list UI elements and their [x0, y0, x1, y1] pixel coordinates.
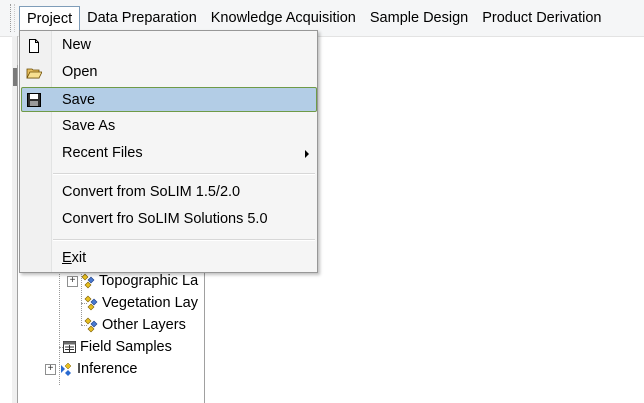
- menu-sample-design[interactable]: Sample Design: [363, 6, 475, 30]
- menu-project[interactable]: Project: [19, 6, 81, 32]
- menu-data-preparation[interactable]: Data Preparation: [80, 6, 204, 30]
- layer-group-icon: [84, 295, 100, 311]
- tree-node-field-samples[interactable]: Field Samples: [62, 337, 172, 357]
- menu-item-label: Save: [62, 92, 96, 108]
- menu-item-save[interactable]: Save: [21, 87, 317, 112]
- menu-item-save-as[interactable]: Save As: [21, 114, 317, 139]
- menu-item-label: Exit: [62, 250, 87, 266]
- tree-node-inference[interactable]: + Inference: [45, 359, 137, 379]
- menu-item-label: Save As: [62, 118, 116, 134]
- menu-item-label: Convert fro SoLIM Solutions 5.0: [62, 211, 268, 227]
- menu-item-label: Open: [62, 64, 98, 80]
- menu-item-label: Recent Files: [62, 145, 143, 161]
- tree-node-label: Inference: [77, 361, 138, 377]
- new-file-icon: [26, 37, 42, 53]
- menu-item-recent-files[interactable]: Recent Files: [21, 141, 317, 166]
- menu-separator: [53, 239, 315, 241]
- menu-item-convert-solim-15[interactable]: Convert from SoLIM 1.5/2.0: [21, 180, 317, 205]
- inference-icon: [59, 361, 75, 377]
- menubar-grip[interactable]: [10, 4, 15, 32]
- tree-node-vegetation-layers[interactable]: Vegetation Lay: [84, 293, 198, 313]
- layer-group-icon: [81, 273, 97, 289]
- tree-node-other-layers[interactable]: Other Layers: [84, 315, 186, 335]
- tree-node-topographic-layers[interactable]: + Topographic La: [67, 271, 198, 291]
- submenu-arrow-icon: [305, 150, 309, 158]
- menu-item-new[interactable]: New: [21, 33, 317, 58]
- tree-node-label: Topographic La: [99, 273, 199, 289]
- menu-separator: [53, 173, 315, 175]
- layer-group-icon: [84, 317, 100, 333]
- expand-icon[interactable]: +: [67, 275, 78, 287]
- project-menu-dropdown: New Open Save Save As Recent Files Conve…: [19, 30, 318, 273]
- menu-item-exit[interactable]: Exit: [21, 246, 317, 271]
- field-samples-icon: [62, 339, 78, 355]
- tree-node-label: Field Samples: [80, 339, 172, 355]
- expand-icon[interactable]: +: [45, 363, 56, 375]
- menu-item-label: New: [62, 37, 92, 53]
- tree-node-label: Vegetation Lay: [102, 295, 198, 311]
- menu-item-convert-solim-solutions[interactable]: Convert fro SoLIM Solutions 5.0: [21, 207, 317, 232]
- save-disk-icon: [26, 91, 42, 107]
- menu-item-open[interactable]: Open: [21, 60, 317, 85]
- menu-knowledge-acquisition[interactable]: Knowledge Acquisition: [204, 6, 363, 30]
- app-window: Project Data Preparation Knowledge Acqui…: [0, 0, 644, 403]
- tree-node-label: Other Layers: [102, 317, 186, 333]
- open-folder-icon: [26, 64, 43, 80]
- menu-product-derivation[interactable]: Product Derivation: [475, 6, 608, 30]
- menu-item-label: Convert from SoLIM 1.5/2.0: [62, 184, 241, 200]
